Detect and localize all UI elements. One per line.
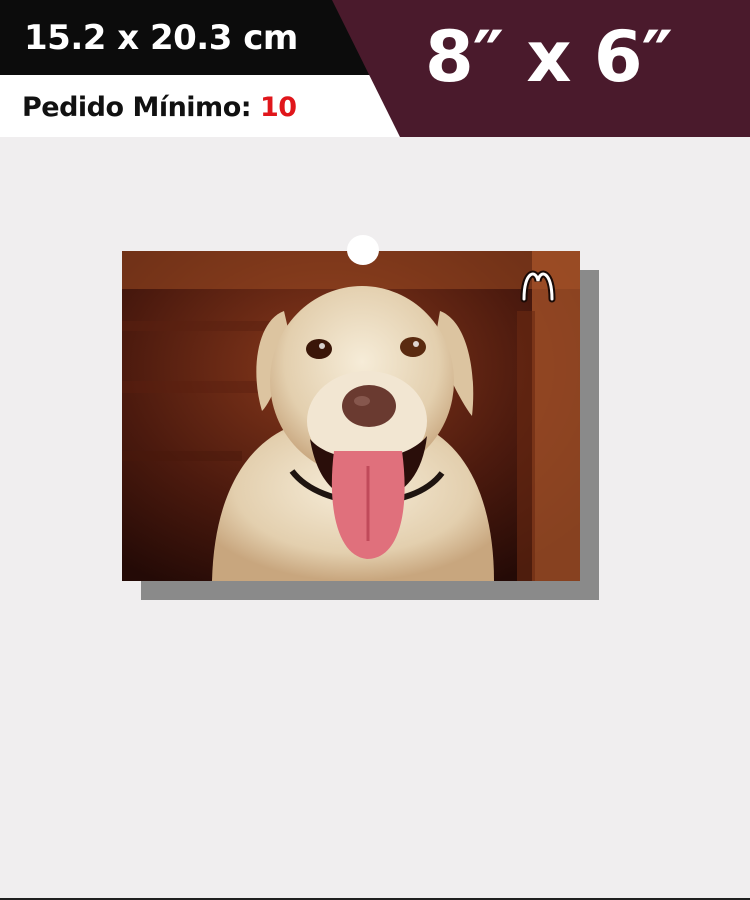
hanging-hook-hole <box>347 235 379 265</box>
min-order-line: Pedido Mínimo: 10 <box>22 92 297 123</box>
size-cm-label: 15.2 x 20.3 cm <box>24 18 298 58</box>
size-in-label: 8″ x 6″ <box>425 16 673 98</box>
min-order-qty: 10 <box>259 92 297 123</box>
dog-photo <box>122 251 580 581</box>
photo-print <box>122 251 580 581</box>
header-banner: 15.2 x 20.3 cm Pedido Mínimo: 10 8″ x 6″ <box>0 0 750 137</box>
min-order-label: Pedido Mínimo: <box>22 92 252 123</box>
